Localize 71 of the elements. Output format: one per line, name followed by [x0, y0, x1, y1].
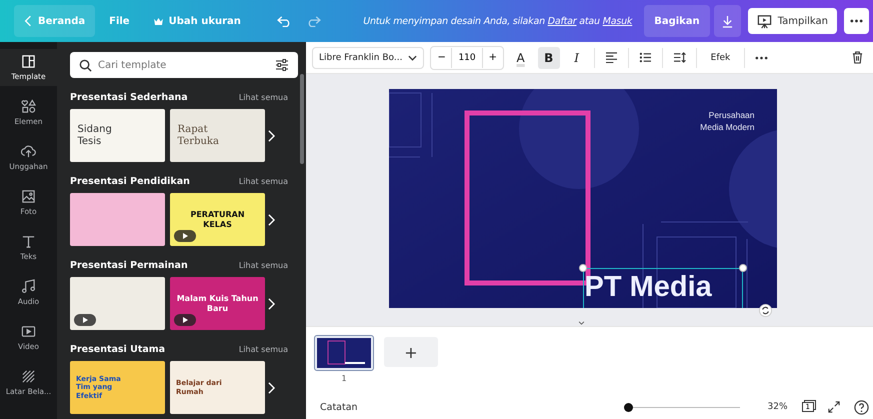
more-button[interactable] — [844, 8, 869, 34]
template-title: Malam Kuis Tahun Baru — [176, 294, 260, 313]
video-badge-icon — [174, 230, 196, 242]
present-button[interactable]: Tampilkan — [748, 8, 837, 34]
video-icon — [21, 324, 36, 339]
font-dropdown[interactable]: Libre Franklin Bo... — [312, 46, 424, 68]
login-link[interactable]: Masuk — [602, 16, 632, 26]
chevron-left-icon — [24, 15, 32, 27]
font-size-field[interactable]: 110 — [451, 48, 483, 68]
see-all-link[interactable]: Lihat semua — [238, 177, 288, 186]
section-title: Presentasi Utama — [70, 344, 166, 355]
template-title: PERATURAN KELAS — [189, 210, 246, 229]
music-note-icon — [21, 279, 36, 294]
search-field[interactable]: Cari template — [70, 52, 298, 78]
template-thumbnail[interactable]: PERATURAN KELAS — [170, 193, 265, 246]
template-thumbnail[interactable] — [70, 277, 165, 330]
presentation-icon — [756, 14, 772, 28]
collapse-pages-icon[interactable] — [578, 321, 584, 325]
crown-icon — [154, 18, 163, 24]
see-all-link[interactable]: Lihat semua — [238, 261, 288, 270]
section-title: Presentasi Pendidikan — [70, 176, 190, 187]
notes-button[interactable]: Catatan — [320, 402, 358, 412]
section-title: Presentasi Sederhana — [70, 92, 188, 103]
see-all-link[interactable]: Lihat semua — [238, 345, 288, 354]
save-notice: Untuk menyimpan desain Anda, silakan Daftar atau Masuk — [363, 16, 632, 26]
layout-icon — [21, 54, 36, 69]
search-icon — [79, 59, 92, 72]
add-page-button[interactable]: + — [384, 337, 438, 367]
help-icon[interactable] — [854, 400, 869, 414]
italic-button[interactable]: I — [566, 46, 588, 68]
cloud-upload-icon — [21, 144, 36, 159]
more-icon — [850, 19, 863, 23]
bold-button[interactable]: B — [538, 46, 560, 68]
video-badge-icon — [174, 314, 196, 326]
text-icon — [21, 234, 36, 249]
image-icon — [21, 189, 36, 204]
template-thumbnail[interactable]: Rapat Terbuka — [170, 109, 265, 162]
rotate-handle-icon[interactable] — [758, 304, 772, 317]
increase-size-button[interactable]: + — [482, 48, 503, 68]
template-title: Sidang Tesis — [78, 124, 113, 147]
share-button[interactable]: Bagikan — [644, 5, 710, 37]
delete-icon[interactable] — [852, 51, 863, 64]
stripes-icon — [21, 369, 36, 384]
page-number: 1 — [341, 374, 347, 383]
chevron-down-icon — [408, 54, 418, 60]
effects-button[interactable]: Efek — [702, 46, 738, 68]
text-color-button[interactable]: A — [510, 46, 532, 68]
fullscreen-icon[interactable] — [828, 401, 840, 413]
section-title: Presentasi Permainan — [70, 260, 188, 271]
slide-subtitle: Perusahaan Media Modern — [700, 110, 754, 134]
more-icon[interactable] — [755, 56, 768, 60]
list-icon[interactable] — [638, 52, 652, 63]
video-badge-icon — [74, 314, 96, 326]
line-spacing-icon[interactable] — [672, 52, 686, 63]
slide-background[interactable] — [388, 89, 776, 308]
shapes-icon — [21, 99, 36, 114]
filter-icon[interactable] — [275, 59, 289, 71]
see-all-link[interactable]: Lihat semua — [238, 93, 288, 102]
template-thumbnail[interactable]: Malam Kuis Tahun Baru — [170, 277, 265, 330]
page-thumbnail[interactable] — [314, 335, 374, 371]
undo-icon[interactable] — [276, 16, 292, 26]
template-title: Rapat Terbuka — [178, 124, 220, 147]
align-left-icon[interactable] — [604, 52, 618, 63]
template-thumbnail[interactable]: Sidang Tesis — [70, 109, 165, 162]
signup-link[interactable]: Daftar — [548, 16, 576, 26]
zoom-level: 32% — [768, 402, 788, 412]
download-button[interactable] — [714, 5, 741, 37]
template-thumbnail[interactable] — [70, 193, 165, 246]
decrease-size-button[interactable]: − — [431, 48, 452, 68]
download-icon — [722, 14, 733, 28]
slide-title: PT Media — [584, 271, 712, 303]
